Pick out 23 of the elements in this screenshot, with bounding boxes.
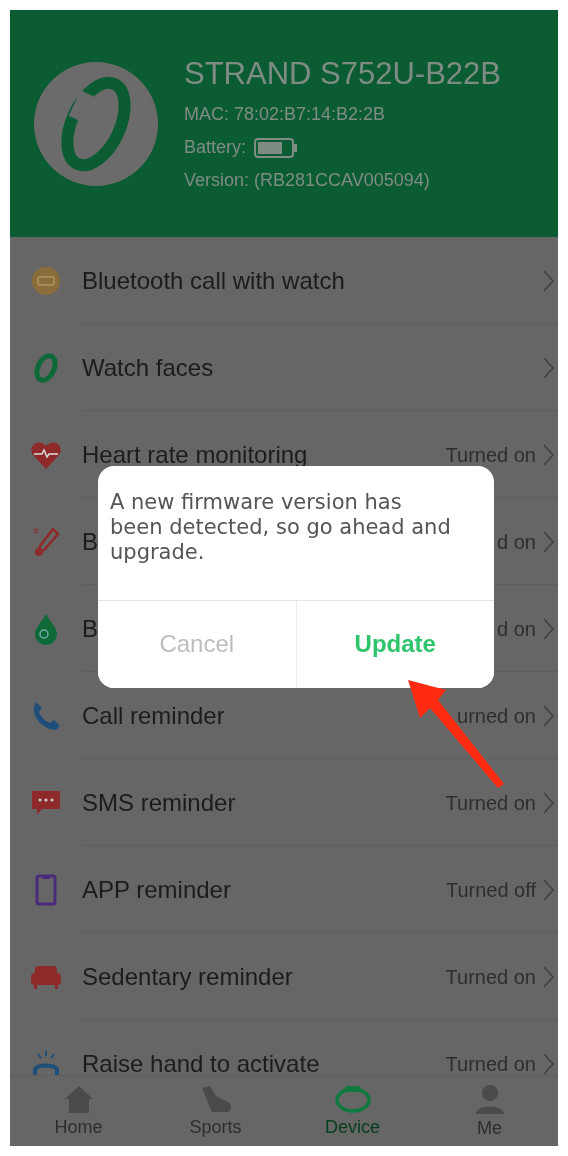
setting-label: Sedentary reminder — [82, 964, 293, 989]
setting-status: Turned on — [445, 444, 536, 465]
device-name: STRAND S752U-B22B — [184, 56, 501, 92]
setting-label: SMS reminder — [82, 790, 236, 815]
setting-label: Bluetooth call with watch — [82, 268, 345, 293]
setting-label: APP reminder — [82, 877, 231, 902]
setting-status: Turned on — [445, 792, 536, 813]
setting-label: B — [82, 529, 98, 554]
setting-status: Turned on — [445, 1053, 536, 1074]
setting-label: Watch faces — [82, 355, 214, 380]
setting-status: urned on — [457, 705, 536, 726]
battery-label: Battery: — [184, 137, 247, 158]
setting-label: B — [82, 616, 98, 641]
setting-label: Heart rate monitoring — [82, 442, 308, 467]
setting-label: Raise hand to activate — [82, 1051, 320, 1075]
mac-address: MAC: 78:02:B7:14:B2:2B — [184, 104, 387, 125]
setting-label: Call reminder — [82, 703, 225, 728]
setting-status: d on — [497, 531, 536, 552]
setting-status: Turned off — [445, 879, 536, 900]
dialog-message: A new firmware version has been detected, so go ahead and upgrade. — [109, 489, 452, 567]
setting-status: d on — [497, 618, 536, 639]
setting-status: Turned on — [445, 966, 536, 987]
firmware-version: Version: (RB281CCAV005094) — [184, 170, 431, 191]
